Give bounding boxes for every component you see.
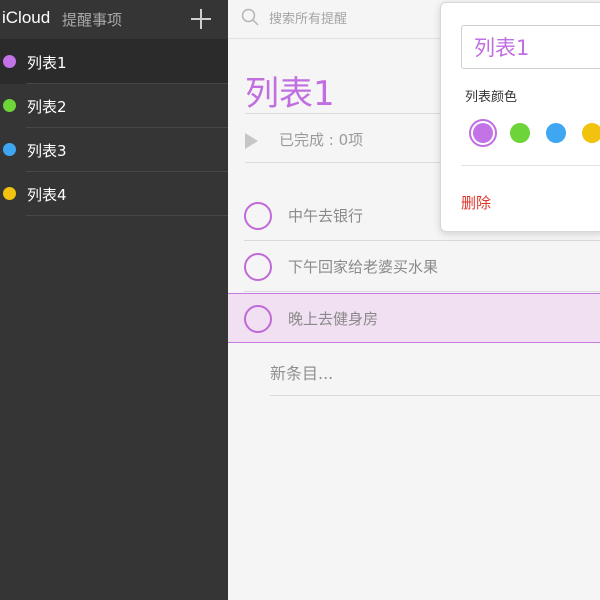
- sidebar-item-list1[interactable]: 列表1: [0, 40, 228, 84]
- checkbox-circle-icon[interactable]: [244, 202, 272, 230]
- list-color-dot: [3, 55, 16, 68]
- color-swatch-blue[interactable]: [546, 123, 566, 143]
- sidebar-header: iCloud 提醒事项: [0, 0, 228, 40]
- sidebar: iCloud 提醒事项 列表1 列表2 列表3 列表4: [0, 0, 228, 600]
- divider: [26, 215, 228, 216]
- brand-label: iCloud: [2, 8, 51, 27]
- color-swatch-purple[interactable]: [473, 123, 493, 143]
- divider: [244, 291, 600, 292]
- divider: [461, 165, 600, 166]
- sidebar-item-label: 列表2: [27, 98, 67, 116]
- color-swatch-green[interactable]: [510, 123, 530, 143]
- sidebar-item-list3[interactable]: 列表3: [0, 128, 228, 172]
- list-color-dot: [3, 143, 16, 156]
- completed-count: 已完成 : 0项: [279, 131, 364, 149]
- reminder-text[interactable]: 中午去银行: [288, 205, 363, 226]
- divider: [244, 240, 600, 241]
- checkbox-circle-icon[interactable]: [244, 253, 272, 281]
- sidebar-item-list4[interactable]: 列表4: [0, 172, 228, 216]
- reminder-row-selected[interactable]: 晚上去健身房: [228, 293, 600, 343]
- list-settings-popover: 列表颜色 删除: [440, 2, 600, 232]
- search-icon: [241, 8, 259, 26]
- sidebar-item-label: 列表1: [27, 54, 67, 72]
- delete-button[interactable]: 删除: [461, 192, 491, 213]
- add-list-icon[interactable]: [190, 8, 212, 30]
- color-swatch-yellow[interactable]: [582, 123, 600, 143]
- sidebar-item-label: 列表3: [27, 142, 67, 160]
- disclosure-triangle-icon: [245, 133, 258, 149]
- color-label: 列表颜色: [465, 90, 518, 105]
- list-color-dot: [3, 187, 16, 200]
- reminder-text[interactable]: 下午回家给老婆买水果: [288, 256, 438, 277]
- divider: [270, 395, 600, 396]
- checkbox-circle-icon[interactable]: [244, 305, 272, 333]
- new-item-input[interactable]: 新条目...: [270, 360, 333, 384]
- app-name: 提醒事项: [62, 11, 123, 29]
- sidebar-item-list2[interactable]: 列表2: [0, 84, 228, 128]
- list-name-field[interactable]: [461, 25, 600, 69]
- reminder-text[interactable]: 晚上去健身房: [288, 308, 378, 329]
- page-title: 列表1: [245, 74, 335, 114]
- sidebar-item-label: 列表4: [27, 186, 67, 204]
- search-input[interactable]: 搜索所有提醒: [269, 8, 347, 27]
- reminder-row[interactable]: 下午回家给老婆买水果: [228, 242, 600, 292]
- list-color-dot: [3, 99, 16, 112]
